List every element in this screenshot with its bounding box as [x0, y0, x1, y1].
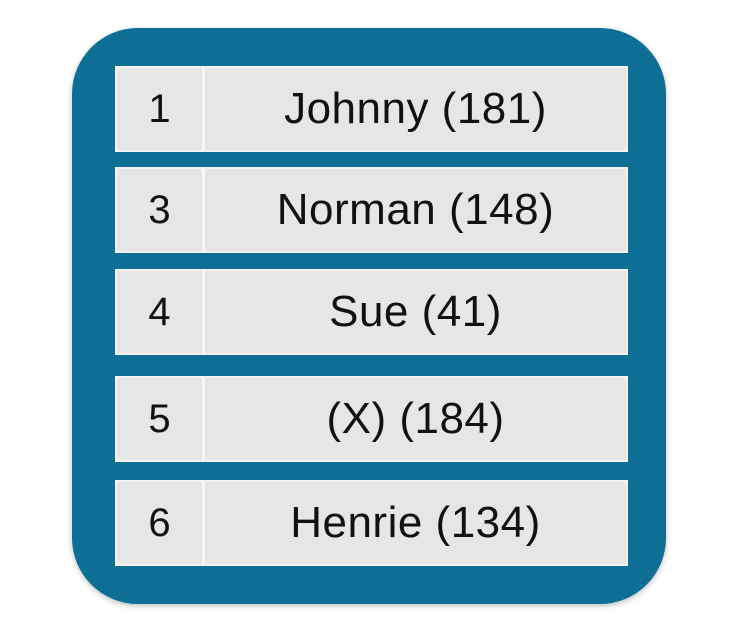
table-row: 5 (X) (184) [115, 376, 628, 462]
row-index: 5 [117, 378, 205, 460]
row-label: Johnny (181) [284, 84, 547, 133]
row-label: (X) (184) [326, 394, 505, 443]
table-panel: 1 Johnny (181) 3 Norman (148) 4 Sue (41)… [72, 28, 666, 604]
row-index: 1 [117, 68, 205, 150]
table-row: 3 Norman (148) [115, 167, 628, 253]
row-index: 3 [117, 169, 205, 251]
row-index: 4 [117, 271, 205, 353]
table-row: 6 Henrie (134) [115, 480, 628, 566]
row-index: 6 [117, 482, 205, 564]
row-label: Sue (41) [329, 287, 502, 336]
row-label: Norman (148) [276, 185, 555, 234]
table-row: 1 Johnny (181) [115, 66, 628, 152]
row-label: Henrie (134) [290, 498, 541, 547]
table-row: 4 Sue (41) [115, 269, 628, 355]
